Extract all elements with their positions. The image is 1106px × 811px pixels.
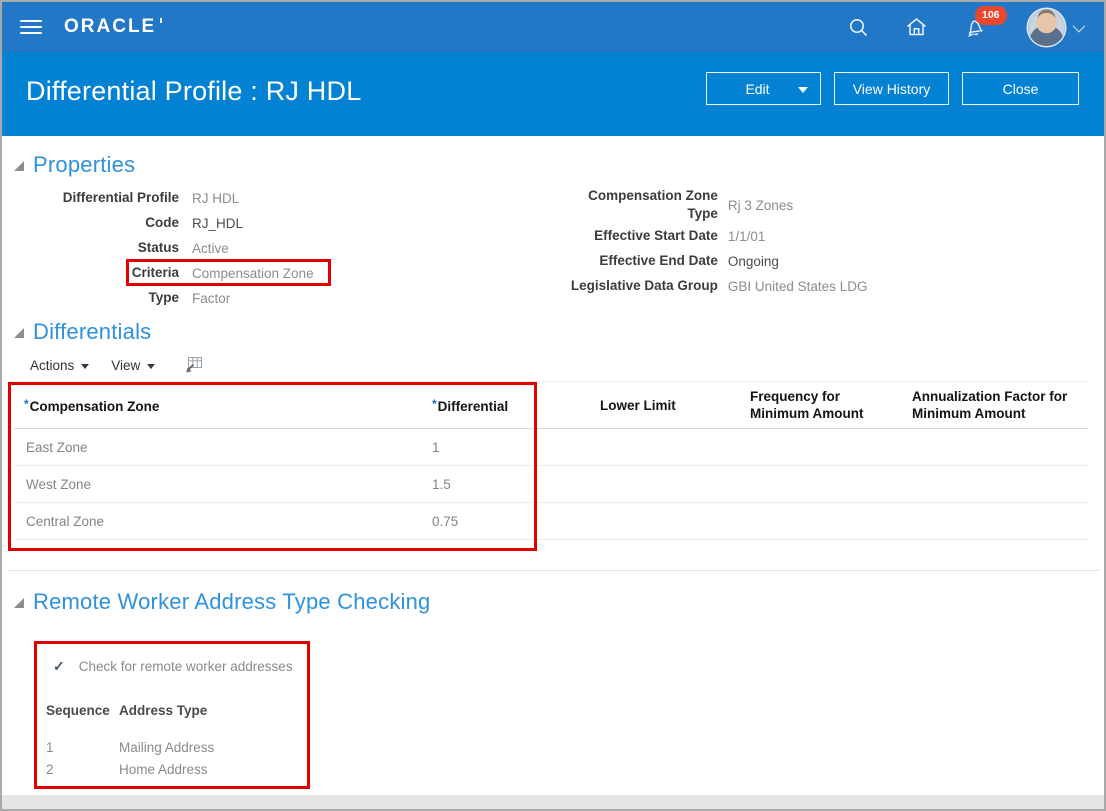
table-header-row: *Compensation Zone *Differential Lower L…	[14, 381, 1088, 429]
field-type: Type Factor	[148, 290, 231, 306]
checkmark-icon	[53, 659, 65, 673]
field-legislative-data-group: Legislative Data Group GBI United States…	[570, 278, 868, 294]
annotation-box-remote-worker: Check for remote worker addresses Sequen…	[34, 641, 310, 789]
hamburger-menu-icon[interactable]	[20, 16, 42, 38]
differentials-table-container: *Compensation Zone *Differential Lower L…	[8, 381, 1088, 551]
caret-down-icon	[147, 363, 156, 369]
table-row[interactable]: West Zone 1.5	[14, 465, 1088, 503]
view-history-button[interactable]: View History	[834, 72, 949, 105]
properties-section-header: Properties	[14, 150, 1088, 180]
oracle-logo: ORACLE	[64, 16, 163, 38]
user-avatar[interactable]	[1028, 8, 1065, 46]
field-effective-end-date: Effective End Date Ongoing	[599, 253, 779, 269]
differentials-toolbar: Actions View	[30, 353, 1088, 377]
column-header-lower-limit[interactable]: Lower Limit	[585, 381, 735, 429]
field-compensation-zone-type: Compensation Zone Type Rj 3 Zones	[588, 187, 794, 221]
home-icon[interactable]	[905, 16, 928, 38]
page-header: Differential Profile : RJ HDL Edit View …	[2, 52, 1104, 136]
sequence-table: Sequence Address Type 1 Mailing Address …	[46, 700, 307, 780]
collapse-triangle-icon[interactable]	[14, 161, 24, 171]
edit-button[interactable]: Edit	[706, 72, 821, 105]
sequence-row[interactable]: 2 Home Address	[46, 758, 307, 780]
global-navbar: ORACLE 106	[2, 2, 1104, 52]
field-criteria: Criteria Compensation Zone	[26, 259, 524, 286]
collapse-triangle-icon[interactable]	[14, 328, 24, 338]
collapse-triangle-icon[interactable]	[14, 598, 24, 608]
search-icon[interactable]	[848, 17, 869, 38]
notification-count-badge[interactable]: 106	[975, 6, 1007, 25]
field-effective-start-date: Effective Start Date 1/1/01	[594, 228, 766, 244]
properties-form: Differential Profile RJ HDL Code RJ_HDL …	[26, 186, 1088, 311]
remote-worker-heading: Remote Worker Address Type Checking	[33, 589, 431, 614]
column-header-annualization[interactable]: Annualization Factor for Minimum Amount	[895, 381, 1088, 429]
actions-menu[interactable]: Actions	[30, 358, 90, 373]
column-header-frequency[interactable]: Frequency for Minimum Amount	[735, 381, 895, 429]
detach-table-icon[interactable]	[185, 356, 203, 374]
differentials-table: *Compensation Zone *Differential Lower L…	[14, 381, 1088, 540]
field-status: Status Active	[137, 240, 229, 256]
section-divider	[8, 570, 1100, 571]
notifications-bell-icon[interactable]: 106	[964, 6, 1007, 39]
column-header-compensation-zone[interactable]: *Compensation Zone	[14, 381, 430, 429]
differentials-section-header: Differentials	[14, 317, 1088, 347]
remote-worker-section-header: Remote Worker Address Type Checking	[14, 587, 1088, 617]
page-bottom-strip	[2, 795, 1104, 809]
remote-addresses-checkbox[interactable]: Check for remote worker addresses	[37, 656, 307, 676]
caret-down-icon	[81, 363, 90, 369]
differentials-heading: Differentials	[33, 319, 152, 344]
field-differential-profile: Differential Profile RJ HDL	[62, 190, 240, 206]
chevron-down-icon	[1072, 19, 1086, 32]
column-header-differential[interactable]: *Differential	[430, 381, 585, 429]
sequence-row[interactable]: 1 Mailing Address	[46, 736, 307, 758]
user-menu[interactable]	[1028, 8, 1086, 46]
page-content: Properties Differential Profile RJ HDL C…	[2, 136, 1104, 809]
sequence-table-header: Sequence Address Type	[46, 702, 208, 718]
application-window: ORACLE 106 Differential Profile: RJ HDL…	[0, 0, 1106, 811]
table-row[interactable]: East Zone 1	[14, 428, 1088, 466]
close-button[interactable]: Close	[962, 72, 1079, 105]
table-row[interactable]: Central Zone 0.75	[14, 502, 1088, 540]
properties-heading: Properties	[33, 152, 136, 177]
field-code: Code RJ_HDL	[145, 215, 244, 231]
view-menu[interactable]: View	[111, 358, 156, 373]
edit-dropdown-caret-icon[interactable]	[798, 87, 808, 93]
